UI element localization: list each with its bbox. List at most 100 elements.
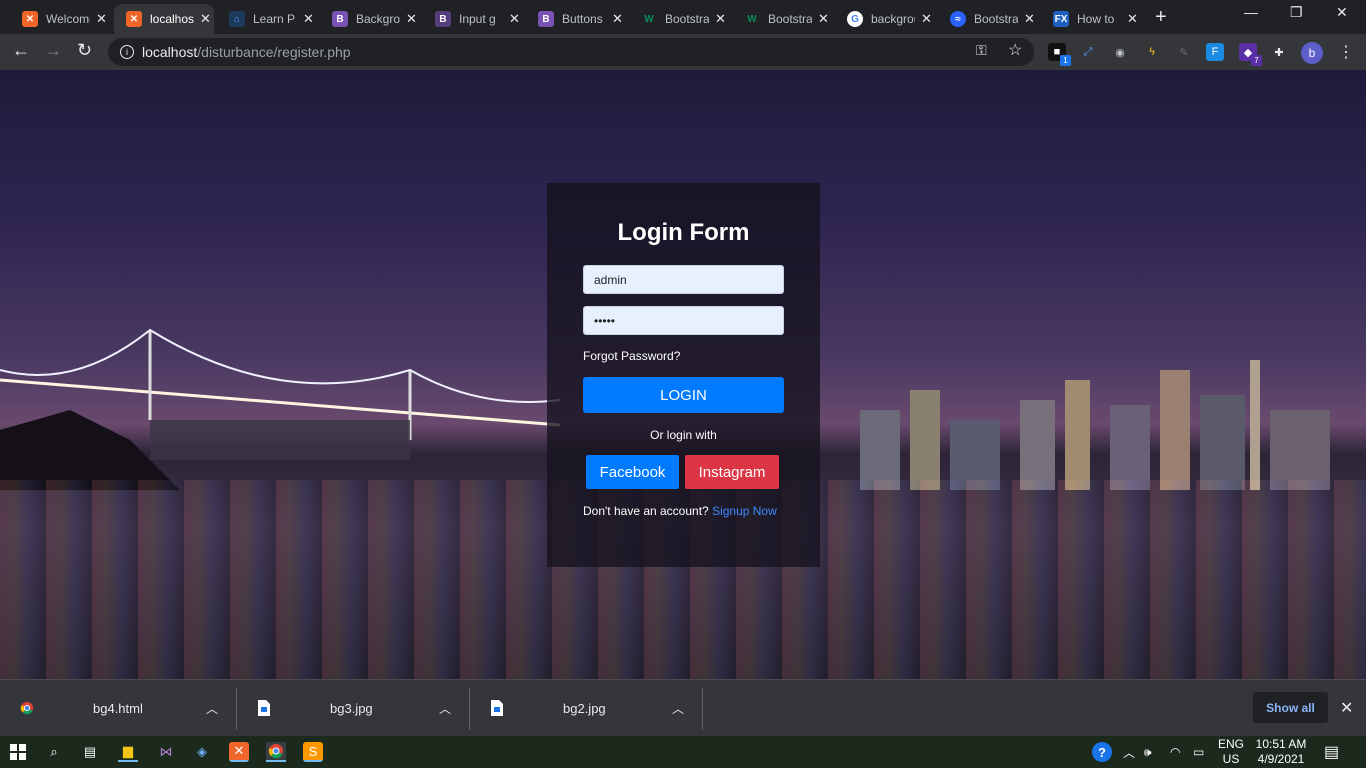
show-all-button[interactable]: Show all [1253, 692, 1328, 723]
chevron-up-icon[interactable]: ︿ [206, 700, 218, 717]
tab-how-to[interactable]: FX How to ✕ [1041, 4, 1141, 34]
fx-icon: FX [1053, 11, 1069, 27]
xampp-icon[interactable]: ✕ [229, 742, 249, 762]
expand-icon[interactable]: ⤢ [1079, 43, 1097, 61]
puzzle-icon[interactable]: ✚ [1270, 43, 1288, 61]
xampp-icon: ✕ [22, 11, 38, 27]
w3-icon: W [644, 13, 654, 25]
tab-strip: ✕ Welcome ✕ ✕ localhost ✕ ⌂ Learn P ✕ B … [0, 0, 1366, 34]
instagram-button[interactable]: Instagram [685, 455, 779, 489]
no-account-text: Don't have an account? [583, 504, 709, 518]
facebook-button[interactable]: Facebook [586, 455, 679, 489]
close-tab-icon[interactable]: ✕ [921, 11, 932, 27]
tab-bootstrap-1[interactable]: W Bootstrap ✕ [629, 4, 729, 34]
tab-title: Bootstrap [974, 12, 1018, 26]
divider [702, 688, 703, 730]
extension-badge: 1 [1060, 55, 1071, 66]
login-card: Login Form admin ••••• Forgot Password? … [547, 183, 820, 567]
star-icon[interactable]: ☆ [1008, 40, 1022, 60]
close-window-icon[interactable]: ✕ [1336, 4, 1348, 21]
address-bar[interactable]: i localhost/disturbance/register.php [108, 38, 1034, 66]
close-tab-icon[interactable]: ✕ [96, 11, 107, 27]
tab-localhost[interactable]: ✕ localhost ✕ [114, 4, 214, 34]
tab-background[interactable]: B Background ✕ [320, 4, 420, 34]
tab-google-background[interactable]: G background ✕ [835, 4, 935, 34]
tab-title: How to [1077, 12, 1115, 26]
tab-learn[interactable]: ⌂ Learn P ✕ [217, 4, 317, 34]
tab-input-group[interactable]: B Input g ✕ [423, 4, 523, 34]
close-tab-icon[interactable]: ✕ [612, 11, 623, 27]
chevron-up-icon[interactable]: ︿ [672, 700, 684, 717]
extension-stack-icon[interactable]: ◆ 7 [1239, 43, 1262, 66]
profile-avatar[interactable]: b [1301, 42, 1323, 64]
help-icon[interactable]: ? [1092, 742, 1112, 762]
notification-icon[interactable]: ▤ [1324, 736, 1339, 768]
tab-bootstrap-3[interactable]: ≈ Bootstrap ✕ [938, 4, 1038, 34]
tab-title: background [871, 12, 915, 26]
close-tab-icon[interactable]: ✕ [200, 11, 211, 27]
forward-icon[interactable]: → [44, 40, 62, 61]
close-tab-icon[interactable]: ✕ [1024, 11, 1035, 27]
reload-icon[interactable]: ↻ [77, 40, 92, 61]
close-tab-icon[interactable]: ✕ [715, 11, 726, 27]
camera-icon[interactable]: ◉ [1111, 43, 1129, 61]
tab-welcome[interactable]: ✕ Welcome ✕ [10, 4, 110, 34]
control-panel-icon[interactable]: ◈ [192, 742, 212, 762]
wifi-icon[interactable]: ◠ [1170, 736, 1180, 768]
minimize-icon[interactable]: — [1244, 4, 1258, 20]
chevron-up-icon[interactable]: ︿ [439, 700, 451, 717]
back-icon[interactable]: ← [12, 40, 30, 61]
extension-badge: 7 [1251, 55, 1262, 66]
windows-start-icon[interactable] [8, 742, 28, 762]
close-tab-icon[interactable]: ✕ [303, 11, 314, 27]
bootstrap-icon: B [538, 11, 554, 27]
login-button[interactable]: LOGIN [583, 377, 784, 413]
fi-extension-icon[interactable]: F [1206, 43, 1224, 61]
tab-title: Input g [459, 12, 496, 26]
forgot-password-link[interactable]: Forgot Password? [583, 349, 680, 363]
download-item-bg3[interactable]: bg3.jpg ︿ [237, 680, 469, 737]
tab-bootstrap-2[interactable]: W Bootstrap ✕ [732, 4, 832, 34]
search-icon[interactable]: ⌕ [44, 742, 64, 762]
volume-icon[interactable]: 🕪 [1144, 736, 1152, 768]
username-input[interactable]: admin [583, 265, 784, 294]
menu-icon[interactable]: ⋮ [1338, 42, 1354, 62]
signup-row: Don't have an account? Signup Now [583, 504, 777, 518]
restore-icon[interactable]: ❐ [1290, 4, 1303, 21]
tab-title: Bootstrap [665, 12, 709, 26]
task-view-icon[interactable]: ▤ [80, 742, 100, 762]
chrome-icon[interactable] [266, 742, 286, 762]
extension-cube-icon[interactable]: ■ 1 [1048, 43, 1071, 66]
clock[interactable]: 10:51 AM 4/9/2021 [1252, 737, 1310, 767]
download-filename: bg3.jpg [330, 701, 373, 716]
close-downloads-icon[interactable]: ✕ [1340, 698, 1353, 718]
bridge-illustration [0, 328, 560, 490]
w3-icon: W [747, 13, 757, 25]
language-indicator[interactable]: ENG US [1218, 736, 1244, 768]
close-tab-icon[interactable]: ✕ [509, 11, 520, 27]
pencil-icon[interactable]: ✎ [1175, 43, 1193, 61]
signup-link[interactable]: Signup Now [712, 504, 777, 518]
login-title: Login Form [617, 219, 750, 246]
site-info-icon[interactable]: i [120, 45, 134, 59]
password-input[interactable]: ••••• [583, 306, 784, 335]
visual-studio-icon[interactable]: ⋈ [156, 742, 176, 762]
bootstrap-icon: B [435, 11, 451, 27]
file-explorer-icon[interactable]: ▆ [118, 742, 138, 762]
sublime-text-icon[interactable]: S [303, 742, 323, 762]
download-item-bg4[interactable]: bg4.html ︿ [0, 680, 236, 737]
key-icon[interactable]: ⚿ [976, 42, 987, 59]
tab-title: Background [356, 12, 400, 26]
new-tab-icon[interactable]: + [1155, 6, 1167, 29]
download-item-bg2[interactable]: bg2.jpg ︿ [470, 680, 702, 737]
page-viewport: Login Form admin ••••• Forgot Password? … [0, 70, 1366, 679]
lightning-icon[interactable]: ϟ [1143, 43, 1161, 61]
close-tab-icon[interactable]: ✕ [1127, 11, 1138, 27]
code-icon: ⌂ [229, 11, 245, 27]
google-icon: G [847, 11, 863, 27]
close-tab-icon[interactable]: ✕ [818, 11, 829, 27]
tab-buttons[interactable]: B Buttons ✕ [526, 4, 626, 34]
close-tab-icon[interactable]: ✕ [406, 11, 417, 27]
chevron-up-icon[interactable]: ︿ [1123, 736, 1135, 768]
battery-icon[interactable]: ▭ [1193, 736, 1204, 768]
